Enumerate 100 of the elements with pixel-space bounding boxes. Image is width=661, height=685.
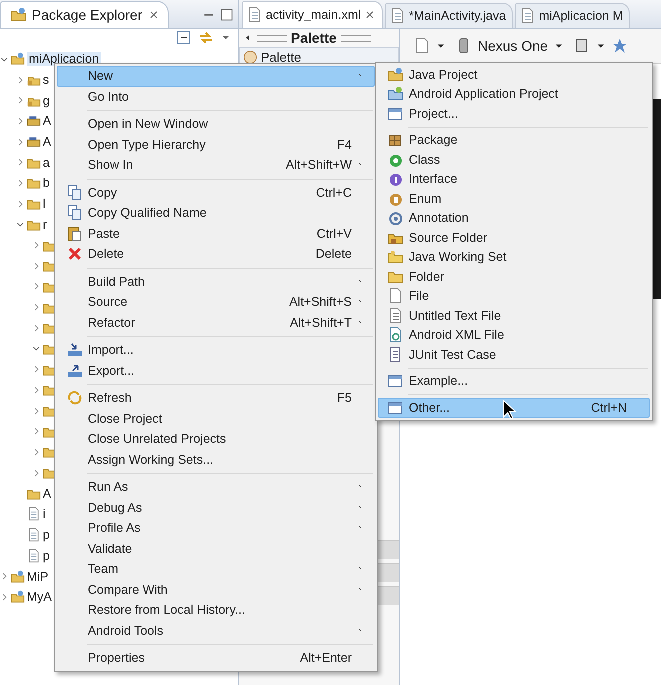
tree-item-label[interactable]: MyA <box>27 590 52 604</box>
menu-item[interactable]: Restore from Local History... <box>57 600 375 620</box>
menu-item[interactable]: File <box>378 286 650 306</box>
palette-title: Palette <box>291 30 337 46</box>
palette-icon <box>244 50 257 64</box>
menu-item[interactable]: Other... Ctrl+N <box>378 398 650 418</box>
project-icon <box>388 66 404 83</box>
text-file-icon <box>388 308 404 324</box>
tree-item-label[interactable]: i <box>43 507 46 522</box>
new-window-icon <box>388 400 404 416</box>
folder-icon <box>388 249 404 266</box>
new-window-icon <box>388 373 404 390</box>
tree-item-label[interactable]: l <box>43 197 46 212</box>
star-icon <box>612 38 628 54</box>
tree-item-label[interactable]: A <box>43 135 52 150</box>
project-icon <box>388 86 404 102</box>
copy-icon <box>67 205 83 222</box>
annotation-icon <box>388 210 404 226</box>
new-window-icon <box>388 106 404 122</box>
editor-tab[interactable]: activity_main.xml <box>242 1 384 28</box>
project-icon <box>11 52 25 66</box>
menu-item[interactable]: Copy Ctrl+C <box>57 182 375 203</box>
menu-item[interactable]: Java Project <box>378 65 650 84</box>
menu-item[interactable]: Properties Alt+Enter <box>57 648 375 668</box>
folder-icon <box>27 197 41 212</box>
menu-item[interactable]: Example... <box>378 372 650 391</box>
menu-item[interactable]: Close Unrelated Projects <box>57 429 375 450</box>
collapse-all-icon <box>176 30 192 46</box>
file-icon <box>520 8 536 24</box>
menu-item[interactable]: Delete Delete <box>57 244 375 264</box>
menu-item[interactable]: Refactor Alt+Shift+T <box>57 312 375 333</box>
interface-icon <box>388 171 404 188</box>
menu-item[interactable]: Java Working Set <box>378 248 650 267</box>
menu-item[interactable]: Android XML File <box>378 326 650 345</box>
file-icon <box>27 528 41 542</box>
file-icon <box>390 8 406 24</box>
tree-item-label[interactable]: A <box>43 486 52 501</box>
maximize-icon <box>220 8 234 22</box>
tree-item-label[interactable]: g <box>43 94 50 108</box>
menu-item[interactable]: Refresh F5 <box>57 388 375 408</box>
file-icon <box>388 288 404 304</box>
copy-icon <box>67 184 83 201</box>
menu-item[interactable]: Debug As <box>57 498 375 518</box>
menu-item[interactable]: Team <box>57 559 375 580</box>
menu-item[interactable]: Validate <box>57 538 375 559</box>
view-tab[interactable]: Package Explorer <box>0 1 169 28</box>
menu-item[interactable]: New <box>57 66 375 86</box>
menu-item[interactable]: Open Type Hierarchy F4 <box>57 134 375 155</box>
xml-file-icon <box>388 327 404 344</box>
menu-item[interactable]: Interface <box>378 170 650 189</box>
menu-item[interactable]: Build Path <box>57 272 375 292</box>
tree-item-label[interactable]: s <box>43 73 50 88</box>
link-icon <box>198 30 214 46</box>
menu-item[interactable]: Source Folder <box>378 228 650 248</box>
menu-item[interactable]: Profile As <box>57 518 375 538</box>
menu-item[interactable]: Annotation <box>378 208 650 228</box>
menu-item[interactable]: Untitled Text File <box>378 306 650 326</box>
project-icon <box>11 590 25 604</box>
menu-item[interactable]: Show In Alt+Shift+W <box>57 155 375 176</box>
menu-item[interactable]: Android Application Project <box>378 84 650 104</box>
menu-item[interactable]: Close Project <box>57 408 375 429</box>
import-icon <box>67 342 83 358</box>
menu-item[interactable]: Folder <box>378 267 650 286</box>
project-icon <box>11 7 27 23</box>
folder-icon <box>27 176 41 190</box>
project-icon <box>11 570 25 584</box>
menu-item[interactable]: Copy Qualified Name <box>57 203 375 224</box>
menu-item[interactable]: Import... <box>57 340 375 360</box>
menu-item[interactable]: Run As <box>57 477 375 498</box>
menu-item[interactable]: Class <box>378 150 650 170</box>
tree-item-label[interactable]: r <box>43 218 48 232</box>
menu-item[interactable]: Assign Working Sets... <box>57 450 375 470</box>
menu-item[interactable]: Compare With <box>57 580 375 600</box>
menu-item[interactable]: Project... <box>378 104 650 124</box>
menu-item[interactable]: JUnit Test Case <box>378 345 650 364</box>
document-icon <box>414 38 430 54</box>
delete-icon <box>67 246 83 262</box>
clipboard-icon <box>67 226 83 242</box>
tree-item-label[interactable]: b <box>43 176 50 190</box>
tree-item-label[interactable]: p <box>43 548 50 563</box>
editor-tab[interactable]: *MainActivity.java <box>385 3 514 28</box>
mouse-cursor-icon <box>503 400 517 420</box>
menu-item[interactable]: Export... <box>57 360 375 381</box>
editor-tab[interactable]: miAplicacion M <box>515 3 630 28</box>
menu-item[interactable]: Android Tools <box>57 620 375 641</box>
menu-item[interactable]: Source Alt+Shift+S <box>57 292 375 312</box>
library-icon <box>27 114 41 128</box>
file-icon <box>27 507 41 522</box>
tree-item-label[interactable]: a <box>43 156 50 170</box>
menu-item[interactable]: Open in New Window <box>57 114 375 134</box>
close-icon <box>364 9 376 21</box>
file-icon <box>27 548 41 563</box>
menu-item[interactable]: Go Into <box>57 86 375 107</box>
library-icon <box>27 135 41 150</box>
tree-item-label[interactable]: A <box>43 114 52 128</box>
menu-item[interactable]: Enum <box>378 189 650 208</box>
tree-item-label[interactable]: p <box>43 528 50 542</box>
tree-item-label[interactable]: MiP <box>27 570 49 584</box>
menu-item[interactable]: Package <box>378 130 650 150</box>
menu-item[interactable]: Paste Ctrl+V <box>57 224 375 244</box>
